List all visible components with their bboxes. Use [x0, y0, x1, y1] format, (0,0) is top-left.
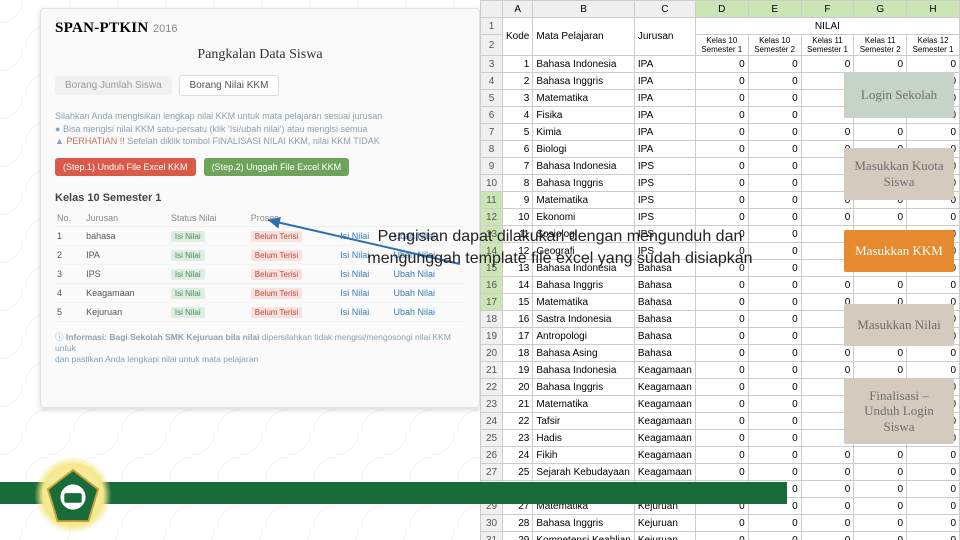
note-l3: Setelah diklik tombol FINALISASI NILAI K…: [127, 136, 379, 146]
sheet-row: 1614Bahasa InggrisBahasa00000: [481, 277, 960, 294]
status-badge: Isi Nilai: [171, 231, 205, 242]
note-l1: Silahkan Anda mengisikan lengkap nilai K…: [55, 110, 465, 123]
callout-l1: Pengisian dapat dilakukan dengan mengund…: [378, 228, 743, 245]
footer: [0, 462, 960, 540]
col-head: [481, 1, 503, 18]
note-block: Silahkan Anda mengisikan lengkap nilai K…: [55, 110, 465, 148]
info-box: ⓘ Informasi: Bagi Sekolah SMK Kejuruan b…: [55, 332, 465, 365]
ubah-nilai-link[interactable]: Ubah Nilai: [393, 269, 435, 279]
status-badge: Isi Nilai: [171, 288, 205, 299]
ubah-nilai-link[interactable]: Ubah Nilai: [393, 288, 435, 298]
note-warn: PERHATIAN !!: [66, 136, 124, 146]
sheet-row: 2624FikihKeagamaan00000: [481, 447, 960, 464]
kkm-row: 5KejuruanIsi NilaiBelum TerisiIsi NilaiU…: [55, 302, 465, 321]
callout-text: Pengisian dapat dilakukan dengan mengund…: [300, 226, 820, 269]
isi-nilai-link[interactable]: Isi Nilai: [340, 269, 369, 279]
kkm-row: 4KeagamaanIsi NilaiBelum TerisiIsi Nilai…: [55, 283, 465, 302]
step2-button[interactable]: (Step.2) Unggah File Excel KKM: [204, 158, 350, 176]
webapp-panel: SPAN-PTKIN 2016 Pangkalan Data Siswa Bor…: [40, 8, 480, 408]
tab-jumlah[interactable]: Borang Jumlah Siswa: [55, 76, 172, 95]
side-nilai[interactable]: Masukkan Nilai: [844, 304, 954, 346]
callout-l2: mengunggah template file excel yang suda…: [367, 250, 752, 267]
brand: SPAN-PTKIN 2016: [55, 19, 465, 37]
side-kkm[interactable]: Masukkan KKM: [844, 230, 954, 272]
kkm-col: Jurusan: [84, 210, 169, 227]
sheet-row: 75KimiaIPA00000: [481, 124, 960, 141]
side-finalisasi[interactable]: Finalisasi – Unduh Login Siswa: [844, 378, 954, 444]
step1-button[interactable]: (Step.1) Unduh File Excel KKM: [55, 158, 196, 176]
footer-bar: [0, 482, 787, 504]
proses-badge: Belum Terisi: [251, 250, 302, 261]
col-head: D: [695, 1, 748, 18]
col-head: A: [503, 1, 533, 18]
col-head: E: [748, 1, 801, 18]
proses-badge: Belum Terisi: [251, 288, 302, 299]
tab-kkm[interactable]: Borang Nilai KKM: [179, 75, 280, 96]
proses-badge: Belum Terisi: [251, 269, 302, 280]
section-heading: Kelas 10 Semester 1: [55, 192, 465, 204]
info-l1: Informasi: Bagi Sekolah SMK Kejuruan bil…: [66, 332, 260, 342]
sheet-row: 2119Bahasa IndonesiaKeagamaan00000: [481, 362, 960, 379]
status-badge: Isi Nilai: [171, 250, 205, 261]
isi-nilai-link[interactable]: Isi Nilai: [340, 288, 369, 298]
status-badge: Isi Nilai: [171, 307, 205, 318]
kkm-col: No.: [55, 210, 84, 227]
kemenag-emblem-icon: [44, 468, 102, 526]
sheet-row: 2018Bahasa AsingBahasa00000: [481, 345, 960, 362]
brand-name: SPAN-PTKIN: [55, 20, 149, 36]
sheet-row: 31Bahasa IndonesiaIPA00000: [481, 56, 960, 73]
step-row: (Step.1) Unduh File Excel KKM (Step.2) U…: [55, 158, 465, 176]
brand-year: 2016: [153, 23, 177, 35]
sheet-row: 1210EkonomiIPS00000: [481, 209, 960, 226]
col-head: H: [907, 1, 960, 18]
isi-nilai-link[interactable]: Isi Nilai: [340, 307, 369, 317]
side-kuota[interactable]: Masukkan Kuota Siswa: [844, 148, 954, 200]
note-l2: Bisa mengisi nilai KKM satu-persatu (kli…: [63, 124, 368, 134]
side-login[interactable]: Login Sekolah: [844, 72, 954, 118]
kkm-col: Proses: [249, 210, 338, 227]
col-head: G: [854, 1, 907, 18]
page-title: Pangkalan Data Siswa: [55, 47, 465, 63]
proses-badge: Belum Terisi: [251, 231, 302, 242]
col-head: C: [634, 1, 695, 18]
col-head: F: [801, 1, 854, 18]
col-head: B: [533, 1, 635, 18]
kkm-col: [338, 210, 391, 227]
tab-row: Borang Jumlah Siswa Borang Nilai KKM: [55, 75, 465, 96]
info-l3: dan pastikan Anda lengkapi nilai untuk m…: [55, 354, 465, 365]
status-badge: Isi Nilai: [171, 269, 205, 280]
ubah-nilai-link[interactable]: Ubah Nilai: [393, 307, 435, 317]
kkm-col: Status Nilai: [169, 210, 249, 227]
proses-badge: Belum Terisi: [251, 307, 302, 318]
kkm-col: [391, 210, 465, 227]
